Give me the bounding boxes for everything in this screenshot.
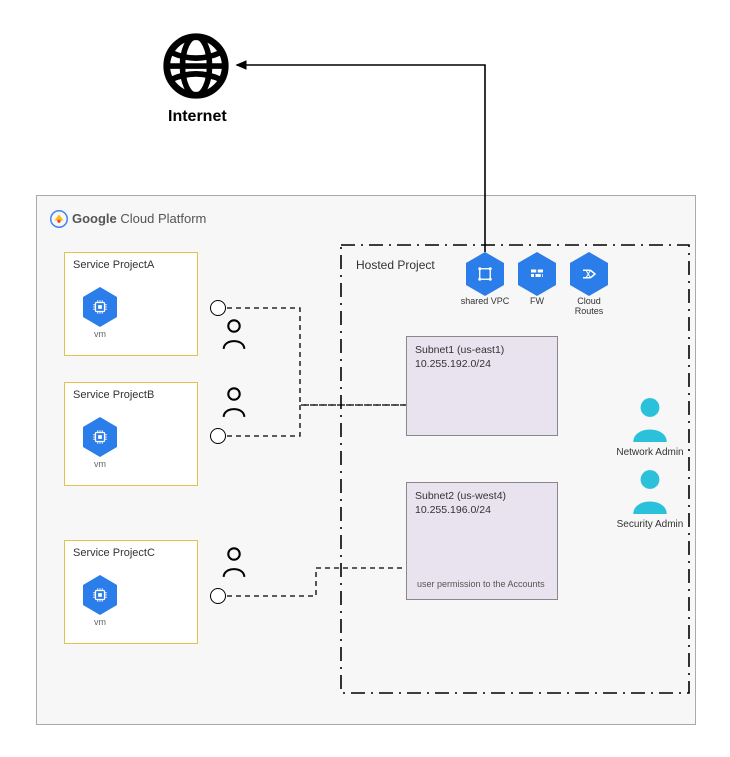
internet-icon (160, 30, 232, 107)
resource-shared-vpc: shared VPC (466, 252, 510, 306)
resource-cloud-routes: Cloud Routes (570, 252, 614, 316)
subnet-1: Subnet1 (us-east1) 10.255.192.0/24 (406, 336, 558, 436)
resource-label: shared VPC (460, 296, 510, 306)
gcp-label: Google Cloud Platform (72, 211, 206, 226)
resource-label: FW (512, 296, 562, 306)
vpc-icon (466, 252, 504, 296)
security-admin: Security Admin (610, 468, 690, 530)
gcp-brand-google: Google (72, 211, 117, 226)
gcp-logo-icon (50, 210, 68, 233)
endpoint-circle (210, 428, 226, 444)
security-admin-label: Security Admin (610, 519, 690, 530)
vm-label: vm (83, 329, 117, 339)
user-outline-icon (220, 546, 248, 583)
subnet-2-name: Subnet2 (us-west4) (415, 489, 549, 503)
service-project-b-title: Service ProjectB (65, 383, 197, 407)
gcp-brand-rest: Cloud Platform (117, 211, 207, 226)
subnet-2-note: user permission to the Accounts (411, 575, 551, 593)
subnet-2: Subnet2 (us-west4) 10.255.196.0/24 user … (406, 482, 558, 600)
user-outline-icon (220, 318, 248, 355)
vm-label: vm (83, 459, 117, 469)
resource-fw: FW (518, 252, 562, 306)
user-outline-icon (220, 386, 248, 423)
vm-icon (83, 417, 117, 457)
hosted-project-label: Hosted Project (356, 258, 435, 272)
service-project-c-title: Service ProjectC (65, 541, 197, 565)
service-project-b: Service ProjectB vm (64, 382, 198, 486)
service-project-a-title: Service ProjectA (65, 253, 197, 277)
resource-label: Cloud Routes (564, 296, 614, 316)
vm-icon (83, 287, 117, 327)
service-project-a: Service ProjectA vm (64, 252, 198, 356)
person-icon (629, 396, 671, 442)
subnet-1-cidr: 10.255.192.0/24 (415, 357, 549, 371)
routes-icon (570, 252, 608, 296)
firewall-icon (518, 252, 556, 296)
endpoint-circle (210, 588, 226, 604)
network-admin-label: Network Admin (610, 447, 690, 458)
subnet-2-cidr: 10.255.196.0/24 (415, 503, 549, 517)
network-admin: Network Admin (610, 396, 690, 458)
internet-label: Internet (168, 108, 227, 126)
person-icon (629, 468, 671, 514)
vm-icon (83, 575, 117, 615)
vm-label: vm (83, 617, 117, 627)
service-project-c: Service ProjectC vm (64, 540, 198, 644)
subnet-1-name: Subnet1 (us-east1) (415, 343, 549, 357)
endpoint-circle (210, 300, 226, 316)
